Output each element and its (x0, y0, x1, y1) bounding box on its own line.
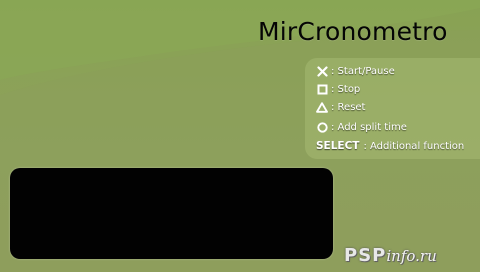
cross-button-icon (316, 65, 328, 77)
control-row-select: SELECT : Additional function (316, 140, 464, 152)
control-label-split: : Add split time (331, 121, 407, 133)
square-button-icon (316, 83, 328, 95)
control-row-reset: : Reset (316, 101, 365, 113)
app-title: MirCronometro (258, 17, 448, 46)
watermark-suffix: info.ru (386, 247, 437, 265)
timer-display-panel (10, 168, 333, 259)
controls-legend: : Start/Pause : Stop : Reset : Add split… (305, 58, 480, 159)
control-row-start-pause: : Start/Pause (316, 65, 395, 77)
control-row-split: : Add split time (316, 121, 407, 133)
select-key-label: SELECT (316, 140, 360, 152)
control-label-stop: : Stop (331, 83, 361, 95)
control-label-select: : Additional function (363, 140, 465, 152)
control-row-stop: : Stop (316, 83, 360, 95)
watermark-brand: PSP (344, 245, 387, 266)
triangle-button-icon (316, 101, 328, 113)
circle-button-icon (316, 121, 328, 133)
control-label-start-pause: : Start/Pause (331, 65, 395, 77)
control-label-reset: : Reset (331, 101, 366, 113)
watermark-logo: PSP info.ru (344, 245, 437, 266)
